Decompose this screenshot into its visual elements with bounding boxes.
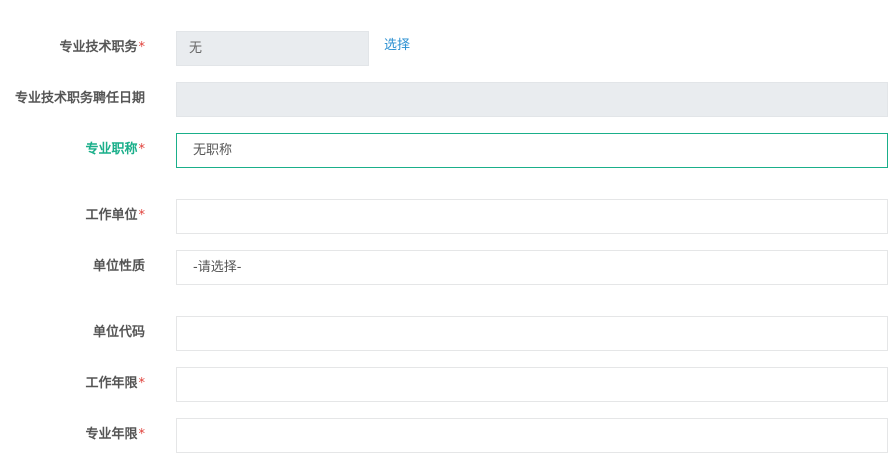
appointment-date-label: 专业技术职务聘任日期	[14, 91, 145, 106]
required-mark: *	[138, 40, 146, 55]
professional-rank-label: 专业职称*	[85, 142, 146, 157]
work-years-input[interactable]	[176, 367, 888, 402]
unit-code-label: 单位代码	[92, 325, 145, 340]
required-mark: *	[138, 208, 146, 223]
unit-nature-select[interactable]: -请选择-	[176, 250, 888, 285]
professional-title-field[interactable]: 无	[176, 31, 369, 66]
unit-nature-label: 单位性质	[92, 259, 145, 274]
employment-form: 专业技术职务* 无 选择 专业技术职务聘任日期 专业职称* 无职称 工作单位* …	[0, 0, 888, 465]
required-mark: *	[138, 142, 146, 157]
work-unit-label: 工作单位*	[85, 208, 146, 223]
work-years-label: 工作年限*	[85, 376, 146, 391]
required-mark: *	[138, 376, 146, 391]
professional-years-input[interactable]	[176, 418, 888, 453]
required-mark: *	[138, 427, 146, 442]
professional-title-label: 专业技术职务*	[59, 40, 146, 55]
professional-years-label: 专业年限*	[85, 427, 146, 442]
appointment-date-field[interactable]	[176, 82, 888, 117]
unit-code-input[interactable]	[176, 316, 888, 351]
professional-rank-field[interactable]: 无职称	[176, 133, 888, 168]
work-unit-input[interactable]	[176, 199, 888, 234]
select-link[interactable]: 选择	[384, 37, 410, 55]
